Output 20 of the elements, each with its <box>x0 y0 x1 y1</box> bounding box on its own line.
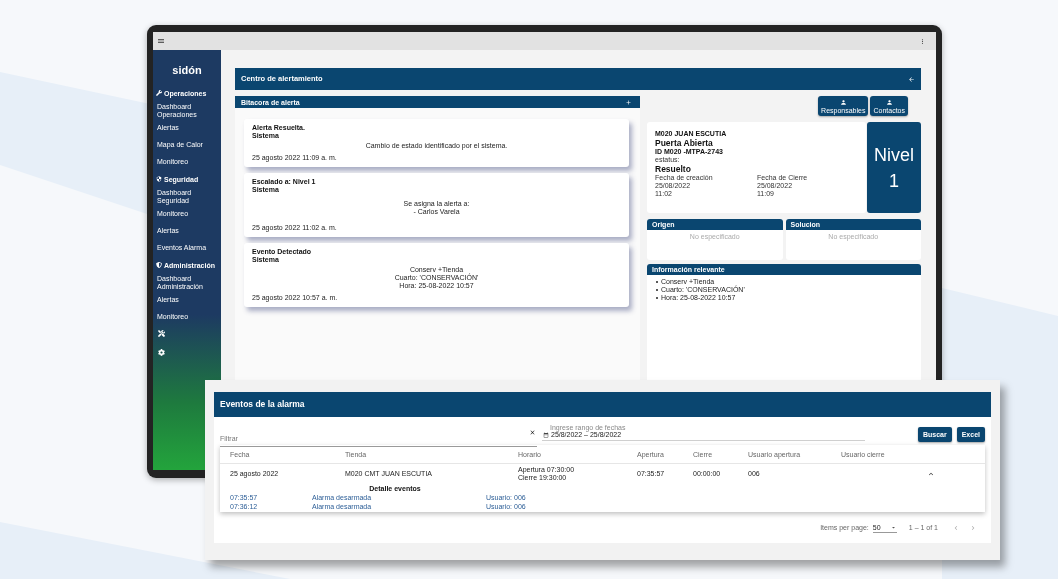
tools-icon[interactable] <box>158 330 165 337</box>
logo: sidón <box>172 65 202 76</box>
person-icon <box>839 98 847 106</box>
alert-title: Puerta Abierta <box>655 138 714 148</box>
settings-icon[interactable] <box>158 348 165 356</box>
shield-icon <box>156 262 162 268</box>
more-options-icon[interactable] <box>919 37 926 45</box>
add-icon[interactable] <box>625 98 632 106</box>
close-icon[interactable] <box>529 429 536 436</box>
events-title: Eventos de la alarma <box>220 400 305 409</box>
person-icon <box>885 98 893 106</box>
menu-icon[interactable] <box>157 37 165 45</box>
status-value: Resuelto <box>655 164 692 174</box>
shield-icon <box>156 176 162 182</box>
level-number: 1 <box>889 169 899 193</box>
level-label: Nivel <box>874 143 914 167</box>
back-icon[interactable] <box>908 75 915 83</box>
calendar-icon[interactable] <box>543 432 549 438</box>
chevron-up-icon[interactable] <box>927 470 935 478</box>
wrench-icon <box>156 90 162 96</box>
